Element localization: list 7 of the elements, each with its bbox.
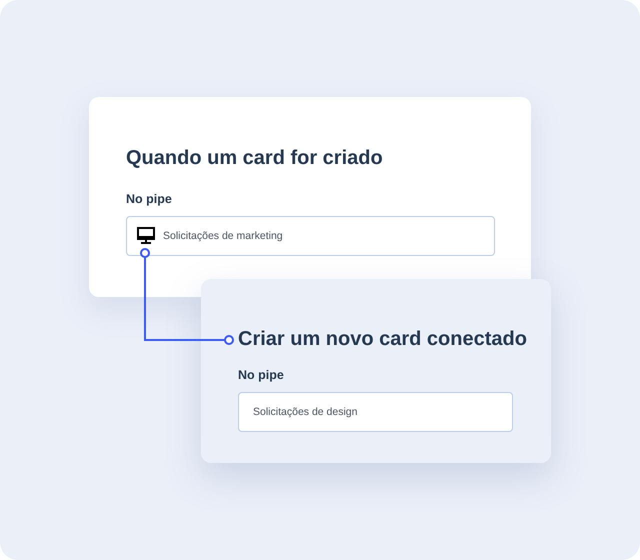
monitor-icon (137, 227, 155, 245)
pipe-select-field[interactable]: Solicitações de design (238, 392, 513, 432)
card-title: Quando um card for criado (126, 147, 384, 170)
field-label: No pipe (238, 368, 285, 382)
card-title: Criar um novo card conectado (238, 328, 528, 351)
pipe-select-field[interactable]: Solicitações de marketing (126, 216, 495, 256)
field-label: No pipe (126, 192, 173, 206)
